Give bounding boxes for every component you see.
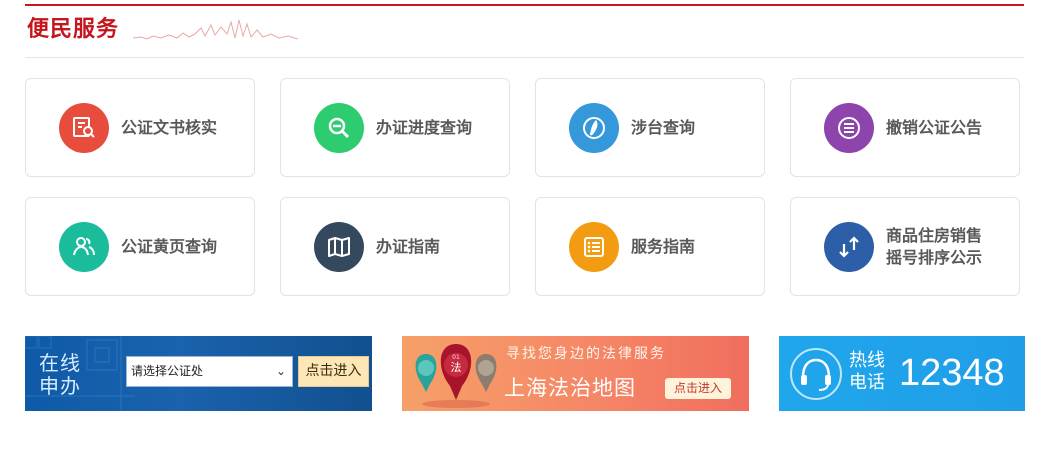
skyline-decoration <box>133 19 298 40</box>
map-book-icon <box>314 221 364 272</box>
pin-number: 01 <box>452 354 460 361</box>
map-pins-icon: 01 法 <box>415 344 497 408</box>
hotline-label: 热线 电话 <box>849 350 885 393</box>
service-tile-yellow-pages[interactable]: 公证黄页查询 <box>25 197 255 296</box>
legal-map-enter-button[interactable]: 点击进入 <box>665 378 731 399</box>
service-label: 公证黄页查询 <box>121 236 218 256</box>
document-search-icon <box>59 102 109 153</box>
service-tile-service-guide[interactable]: 服务指南 <box>535 197 765 296</box>
service-tile-housing-lottery[interactable]: 商品住房销售 摇号排序公示 <box>790 197 1020 296</box>
service-tile-notarial-verification[interactable]: 公证文书核实 <box>25 78 255 177</box>
notary-office-select[interactable]: 请选择公证处 ⌄ <box>126 356 293 387</box>
top-divider <box>25 4 1024 6</box>
hotline-number[interactable]: 12348 <box>899 350 1005 396</box>
title-underline <box>25 57 1024 58</box>
hotline-banner: 热线 电话 12348 <box>779 336 1025 411</box>
list-circle-icon <box>824 102 874 153</box>
pin-text: 法 <box>451 360 462 374</box>
service-label: 撤销公证公告 <box>886 117 983 137</box>
section-title: 便民服务 <box>27 17 120 42</box>
legal-map-title: 上海法治地图 <box>504 376 636 400</box>
service-label-line2: 摇号排序公示 <box>886 247 983 267</box>
service-label: 商品住房销售 摇号排序公示 <box>886 225 982 269</box>
online-enter-button[interactable]: 点击进入 <box>298 356 369 387</box>
chevron-down-icon: ⌄ <box>275 364 286 378</box>
taiwan-map-icon <box>569 102 619 153</box>
legal-map-banner[interactable]: 01 法 寻找您身边的法律服务 上海法治地图 点击进入 <box>402 336 749 411</box>
people-icon <box>59 221 109 272</box>
service-tile-progress-query[interactable]: 办证进度查询 <box>280 78 510 177</box>
online-application-title: 在线 申办 <box>39 351 81 398</box>
checklist-icon <box>569 221 619 272</box>
magnifier-minus-icon <box>314 102 364 153</box>
headset-icon <box>790 348 842 400</box>
service-label: 办证进度查询 <box>376 117 473 137</box>
online-application-banner: 在线 申办 请选择公证处 ⌄ 点击进入 <box>25 336 372 411</box>
service-label: 服务指南 <box>631 236 696 256</box>
service-tile-revocation-notice[interactable]: 撤销公证公告 <box>790 78 1020 177</box>
service-label: 公证文书核实 <box>121 117 218 137</box>
service-label: 办证指南 <box>376 236 441 256</box>
service-tile-certification-guide[interactable]: 办证指南 <box>280 197 510 296</box>
service-tile-taiwan-query[interactable]: 涉台查询 <box>535 78 765 177</box>
legal-map-subtitle: 寻找您身边的法律服务 <box>506 346 666 362</box>
service-label: 涉台查询 <box>631 117 696 137</box>
service-label-line1: 商品住房销售 <box>886 225 983 245</box>
up-down-arrows-icon <box>824 221 874 272</box>
service-grid: 公证文书核实 办证进度查询 涉台查询 撤销公证公告 公证黄页查询 办证指南 服务… <box>25 78 1021 296</box>
